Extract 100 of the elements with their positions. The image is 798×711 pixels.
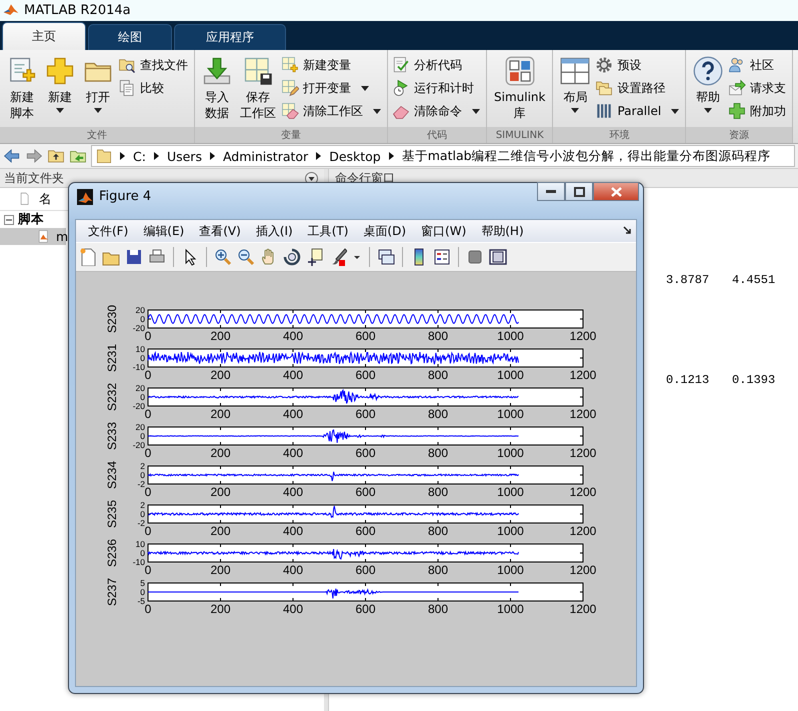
blocks-icon — [504, 56, 535, 86]
plus-icon — [45, 56, 75, 86]
ribbon-button[interactable]: 请求支 — [728, 78, 788, 98]
x-tick-label: 600 — [355, 446, 376, 460]
ribbon-tab[interactable]: 绘图 — [88, 24, 172, 50]
column-header[interactable]: 名 — [39, 190, 52, 208]
file-row[interactable]: m — [0, 228, 66, 245]
zoom-out-icon[interactable] — [237, 248, 255, 266]
x-tick-label: 200 — [210, 602, 231, 616]
chevron-icon — [120, 152, 125, 160]
envelope-arrow-icon — [728, 79, 746, 97]
menu-item[interactable]: 桌面(D) — [355, 222, 414, 240]
group-label: 文件 — [0, 127, 194, 143]
maximize-button[interactable] — [565, 182, 593, 201]
y-tick-label: 0 — [140, 314, 145, 324]
path-segment[interactable]: C: — [133, 148, 146, 164]
folder-label[interactable]: 脚本 — [18, 211, 44, 228]
y-tick-label: -20 — [132, 440, 145, 450]
x-tick-label: 600 — [355, 407, 376, 421]
x-tick-label: 0 — [144, 407, 152, 421]
ribbon-button[interactable]: 新建 — [42, 54, 78, 127]
x-tick-label: 1200 — [570, 329, 596, 343]
x-tick-label: 800 — [428, 329, 448, 343]
ribbon-button[interactable]: 附加功 — [728, 101, 788, 121]
ribbon-button[interactable]: 清除工作区 — [281, 101, 383, 121]
x-tick-label: 1200 — [570, 524, 596, 538]
x-tick-label: 800 — [428, 368, 448, 382]
ribbon-button[interactable]: 保存 工作区 — [237, 54, 279, 127]
window-title: MATLAB R2014a — [24, 3, 131, 18]
linked-windows-icon[interactable] — [377, 248, 395, 266]
ribbon-button[interactable]: 社区 — [728, 55, 788, 75]
download-arrow-icon — [202, 56, 232, 86]
ribbon-button[interactable]: 导入 数据 — [199, 54, 235, 127]
x-tick-label: 200 — [210, 563, 231, 577]
output-value: 0.1393 — [732, 373, 776, 389]
menu-item[interactable]: 查看(V) — [191, 222, 248, 240]
zoom-in-icon[interactable] — [214, 248, 232, 266]
menu-item[interactable]: 编辑(E) — [135, 222, 192, 240]
ribbon-button[interactable]: 打开 — [80, 54, 116, 127]
x-tick-label: 1000 — [497, 563, 524, 577]
x-tick-label: 800 — [428, 563, 448, 577]
x-tick-label: 600 — [355, 602, 376, 616]
square-icon[interactable] — [466, 248, 484, 266]
axis-label: S235 — [105, 500, 119, 528]
ribbon-button[interactable]: 新建 脚本 — [4, 54, 40, 127]
close-button[interactable] — [593, 182, 639, 201]
ribbon-button[interactable]: 帮助 — [690, 54, 726, 127]
ribbon-button[interactable]: 新建变量 — [281, 55, 383, 75]
address-field[interactable]: C: Users Administrator Desktop 基于matlab编程二维信号小波包分解，得出能量分布图源码程序 — [91, 145, 795, 167]
menu-item[interactable]: 工具(T) — [300, 222, 356, 240]
x-tick-label: 0 — [144, 602, 152, 616]
axis-label: S236 — [105, 538, 119, 568]
menu-item[interactable]: 插入(I) — [248, 222, 300, 240]
x-tick-label: 600 — [355, 368, 376, 382]
menu-item[interactable]: 窗口(W) — [413, 222, 474, 240]
y-tick-label: -5 — [137, 596, 145, 606]
ribbon-tab[interactable]: 应用程序 — [174, 24, 286, 50]
y-tick-label: -20 — [132, 323, 145, 333]
menu-item[interactable]: 帮助(H) — [473, 222, 531, 240]
ribbon-button[interactable]: 查找文件 — [118, 55, 190, 75]
minimize-button[interactable] — [537, 182, 565, 201]
x-tick-label: 600 — [355, 485, 376, 499]
dock-arrow-icon[interactable] — [623, 226, 632, 235]
ribbon-button[interactable]: 比较 — [118, 78, 190, 98]
frame-icon[interactable] — [489, 248, 507, 266]
ribbon-button[interactable]: 打开变量 — [281, 78, 383, 98]
new-file-icon[interactable] — [79, 248, 97, 266]
path-segment[interactable]: Desktop — [329, 148, 381, 164]
x-tick-label: 1200 — [570, 485, 596, 499]
back-arrow-icon[interactable] — [3, 147, 21, 165]
x-tick-label: 0 — [144, 446, 152, 460]
path-segment[interactable]: Users — [166, 148, 202, 164]
legend-icon[interactable] — [433, 248, 451, 266]
collapse-icon[interactable] — [4, 214, 14, 224]
forward-arrow-icon[interactable] — [25, 147, 43, 165]
rotate-icon[interactable] — [283, 248, 301, 266]
x-tick-label: 400 — [282, 329, 304, 343]
y-tick-label: 0 — [140, 548, 145, 558]
ribbon-button[interactable]: Simulink 库 — [491, 54, 548, 127]
ribbon-button[interactable]: 清除命令 — [392, 101, 482, 121]
plus-icon — [728, 102, 746, 120]
ribbon-button[interactable]: 运行和计时 — [392, 78, 482, 98]
y-tick-label: 0 — [140, 431, 145, 441]
ribbon-button[interactable]: 布局 — [557, 54, 594, 127]
y-tick-label: 10 — [136, 539, 145, 549]
x-tick-label: 200 — [210, 485, 231, 499]
path-segment[interactable]: 基于matlab编程二维信号小波包分解，得出能量分布图源码程序 — [402, 148, 771, 164]
x-tick-label: 1000 — [497, 329, 524, 343]
axis-label: S232 — [105, 382, 119, 412]
chevron-icon — [388, 152, 394, 160]
menu-item[interactable]: 文件(F) — [80, 222, 136, 240]
note-cursor-icon[interactable] — [306, 248, 324, 266]
document-check-icon — [392, 56, 410, 74]
ribbon-button[interactable]: 预设 — [595, 55, 682, 75]
x-tick-label: 0 — [144, 563, 152, 577]
ribbon-tab[interactable]: 主页 — [2, 22, 86, 50]
path-segment[interactable]: Administrator — [222, 148, 308, 164]
ribbon-button[interactable]: 设置路径 — [595, 78, 682, 98]
ribbon-button[interactable]: Parallel — [595, 101, 682, 121]
ribbon-button[interactable]: 分析代码 — [392, 55, 482, 75]
